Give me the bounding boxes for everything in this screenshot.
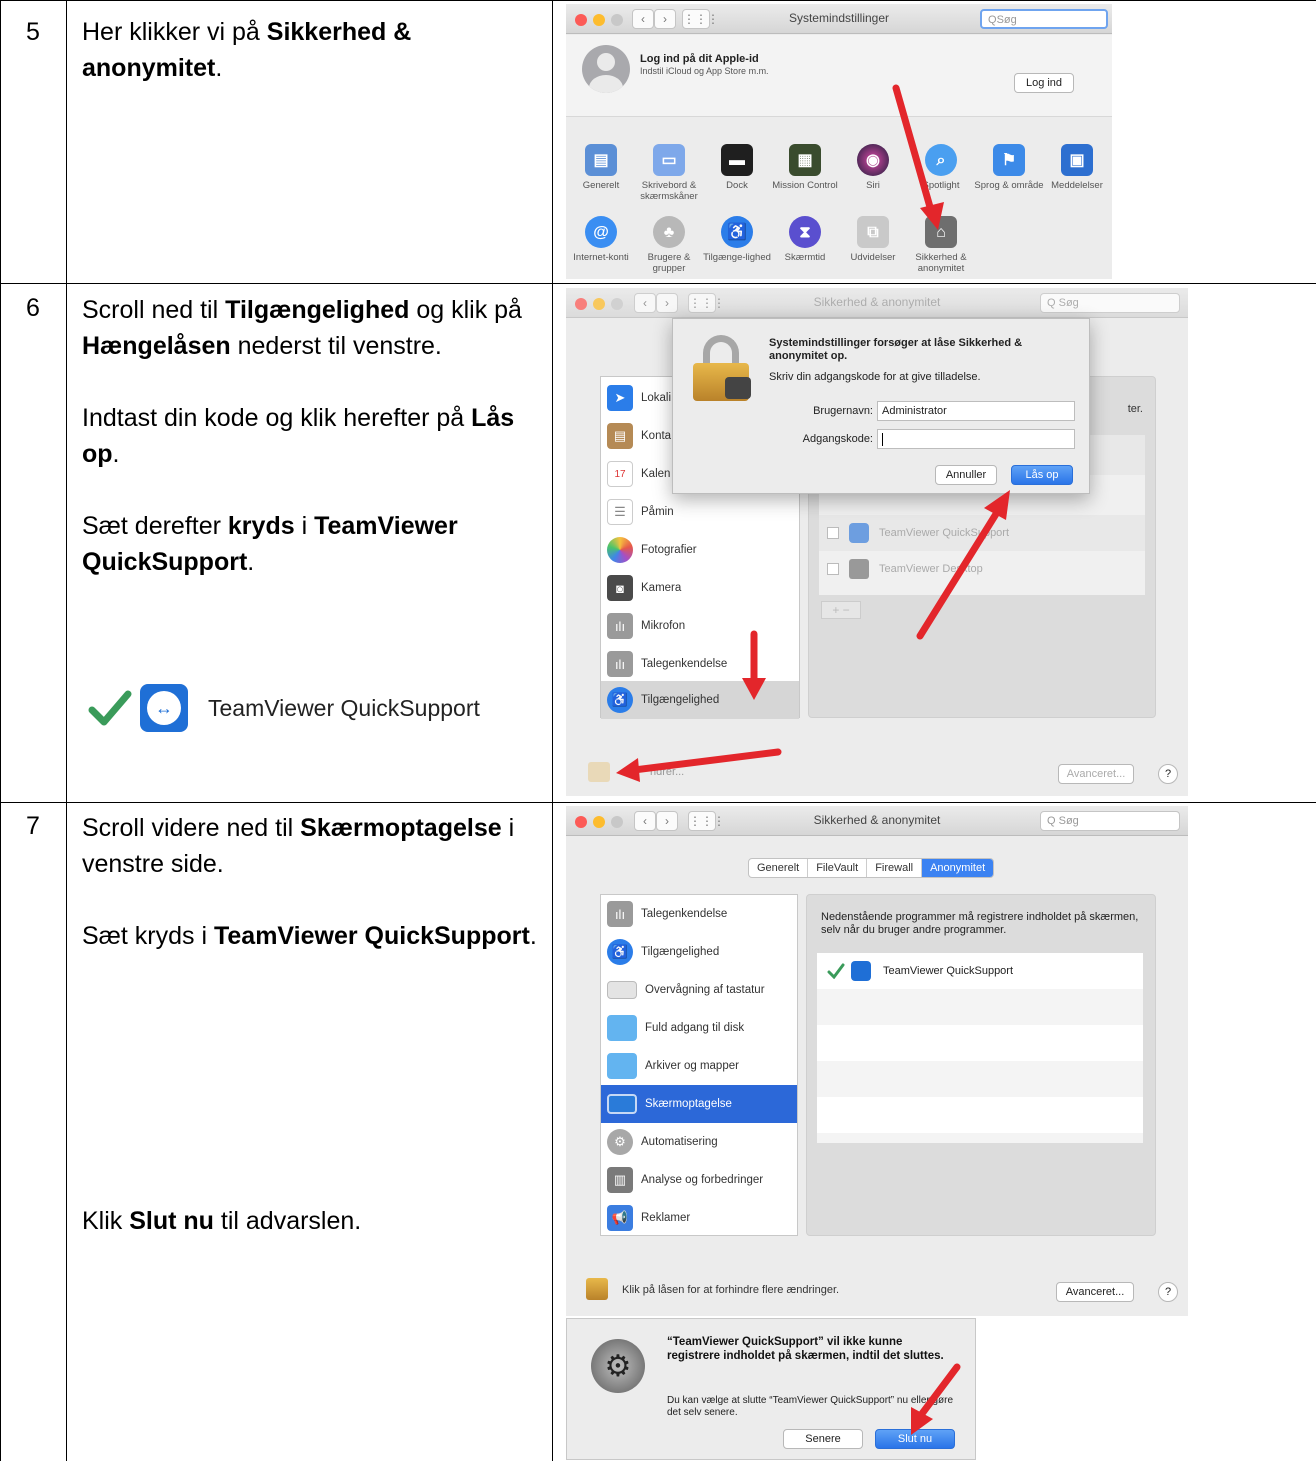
waveform-icon: ılı [607,901,633,927]
megaphone-icon: 📢 [607,1205,633,1231]
step-7-instructions: Scroll videre ned til Skærmoptagelse i v… [82,814,537,950]
red-arrow-annotation [892,84,944,230]
accessibility-icon: ♿ [607,939,633,965]
sidebar-item-analytics[interactable]: ▥ Analyse og forbedringer [601,1161,797,1199]
step-5-instructions: Her klikker vi på Sikkerhed & anonymitet… [82,18,412,82]
checkmark-icon [88,690,132,726]
step-7-quit-instruction: Klik Slut nu til advarslen. [82,1207,362,1235]
help-button[interactable]: ? [1158,1282,1178,1302]
privacy-sidebar: ılı Talegenkendelse ♿ Tilgængelighed Overv… [600,894,798,1236]
folder-icon [607,1053,637,1079]
step-6-instructions: Scroll ned til Tilgængelighed og klik på… [82,296,522,576]
gear-icon: ⚙ [607,1129,633,1155]
screenshot-security-unlock: ‹ › ⋮⋮⋮ Sikkerhed & anonymitet Q Søg ➤ Lo… [566,288,1188,796]
tab-privacy[interactable]: Anonymitet [922,859,994,877]
red-arrow-annotation [911,1363,961,1435]
sidebar-item-advertising[interactable]: 📢 Reklamer [601,1199,797,1237]
teamviewer-example: ↔ TeamViewer QuickSupport [88,683,480,733]
sidebar-item-screen-recording[interactable]: Skærmoptagelse [601,1085,797,1123]
quit-alert-dialog: ⚙ “TeamViewer QuickSupport” vil ikke kun… [566,1318,976,1460]
keyboard-icon [607,981,637,999]
sidebar-item-files-folders[interactable]: Arkiver og mapper [601,1047,797,1085]
teamviewer-icon [851,961,871,981]
sidebar-item-keyboard[interactable]: Overvågning af tastatur [601,971,797,1009]
teamviewer-label: TeamViewer QuickSupport [208,694,480,721]
app-list: TeamViewer QuickSupport [817,953,1143,1143]
bar-chart-icon: ▥ [607,1167,633,1193]
privacy-right-panel: Nedenstående programmer må registrere in… [806,894,1156,1236]
tab-firewall[interactable]: Firewall [867,859,923,877]
window-titlebar: ‹ › ⋮⋮⋮ Sikkerhed & anonymitet Q Søg [566,806,1188,836]
table-border-left [0,0,1,1461]
list-item[interactable]: TeamViewer QuickSupport [827,961,1013,981]
table-border-top [0,0,1316,1]
lock-icon[interactable] [586,1278,608,1300]
monitor-icon [607,1094,637,1114]
sidebar-item-full-disk[interactable]: Fuld adgang til disk [601,1009,797,1047]
screenshot-system-preferences: ‹ › ⋮⋮⋮ Systemindstillinger QSøg Log ind… [566,4,1112,279]
table-border-col2 [552,0,553,1461]
red-arrow-annotations [616,490,1010,782]
sidebar-item-accessibility[interactable]: ♿ Tilgængelighed [601,933,797,971]
advanced-button[interactable]: Avanceret... [1056,1282,1134,1302]
checkmark-icon[interactable] [827,963,845,979]
folder-icon [607,1015,637,1041]
sidebar-item-speech[interactable]: ılı Talegenkendelse [601,895,797,933]
panel-description: Nedenstående programmer må registrere in… [821,911,1139,936]
search-icon: Q [1047,815,1059,827]
teamviewer-icon: ↔ [140,684,188,732]
lock-text: Klik på låsen for at forhindre flere ænd… [622,1284,840,1296]
search-input[interactable]: Q Søg [1040,811,1180,831]
step-number-7: 7 [26,812,40,840]
tab-general[interactable]: Generelt [749,859,809,877]
step-number-5: 5 [26,18,40,46]
sidebar-item-automation[interactable]: ⚙ Automatisering [601,1123,797,1161]
step-number-6: 6 [26,294,40,322]
tab-bar: Generelt FileVault Firewall Anonymitet [748,858,995,878]
table-border-row6 [0,283,1316,284]
table-border-row7 [0,802,1316,803]
tab-filevault[interactable]: FileVault [808,859,868,877]
screenshot-screen-recording: ‹ › ⋮⋮⋮ Sikkerhed & anonymitet Q Søg Gen… [566,806,1188,1316]
table-border-col1 [66,0,67,1461]
